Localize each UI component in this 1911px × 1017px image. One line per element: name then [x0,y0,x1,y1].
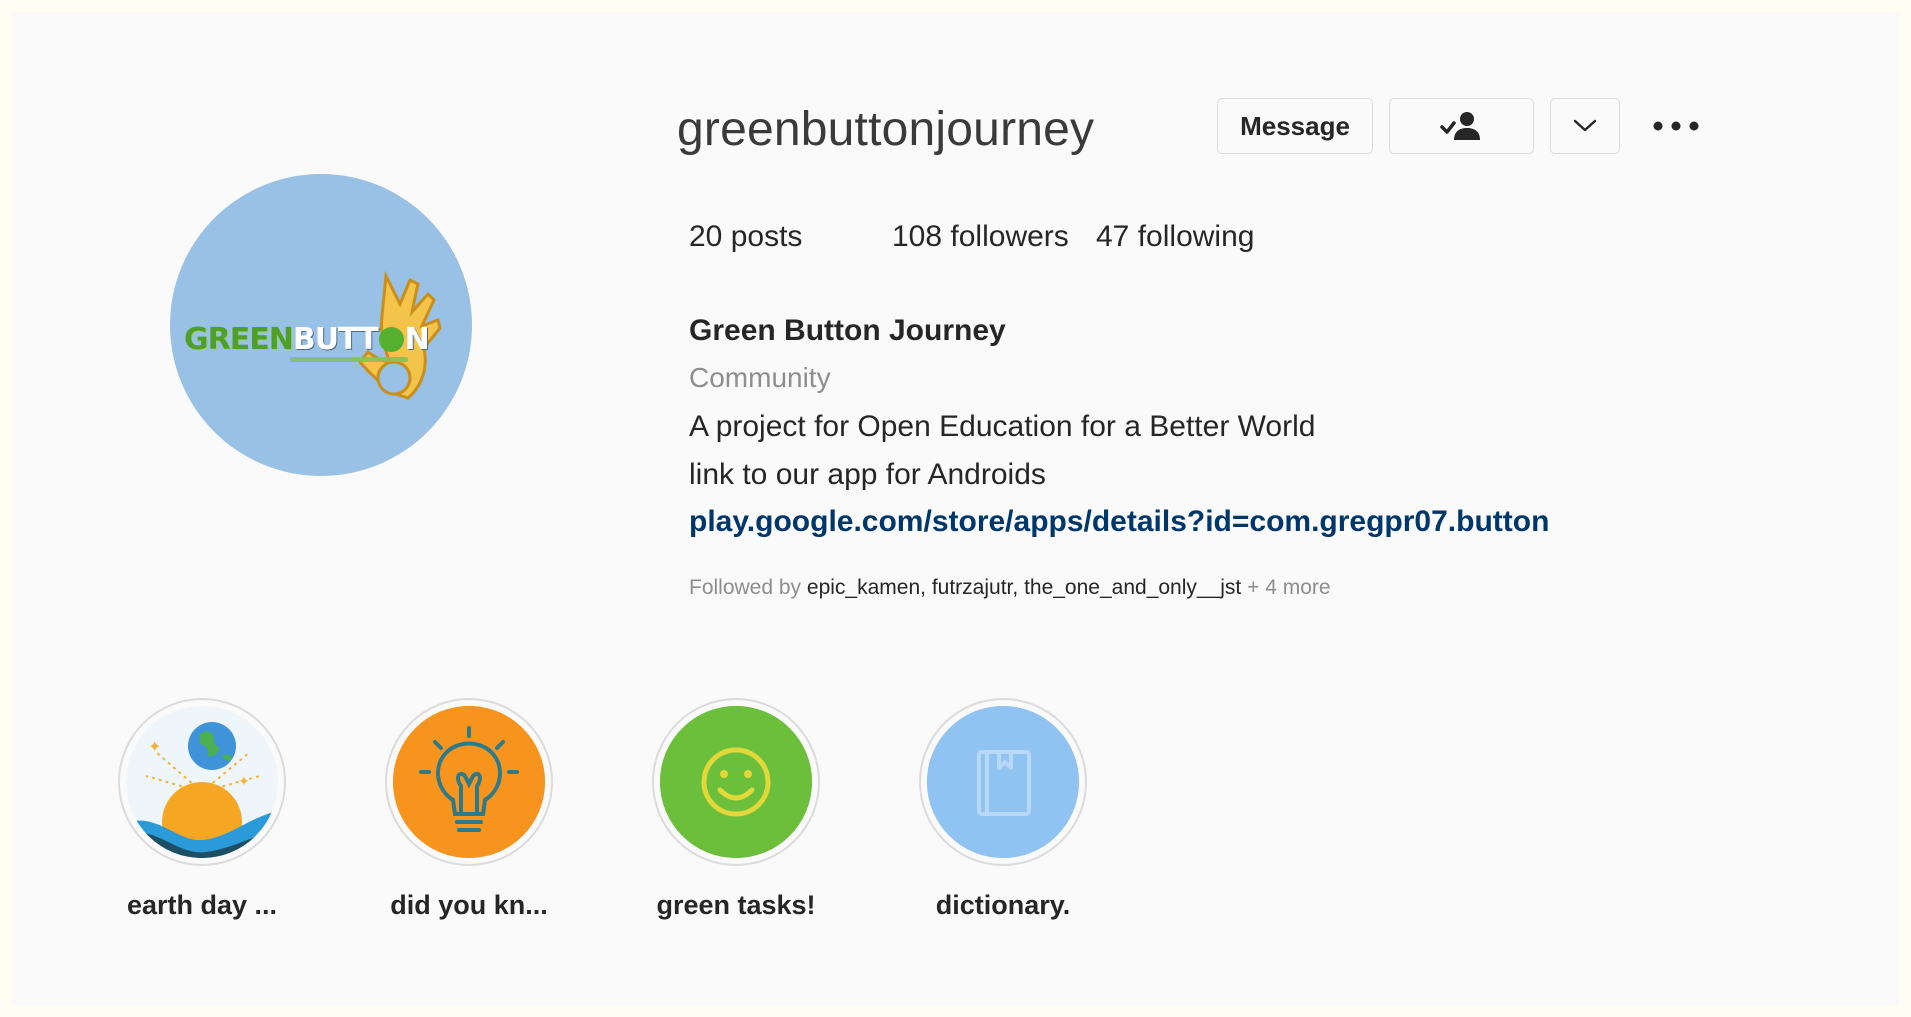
followers-count: 108 [892,220,943,253]
message-button[interactable]: Message [1217,98,1373,154]
following-stat[interactable]: 47 following [1096,220,1254,254]
profile-username: greenbuttonjourney [677,103,1095,156]
highlight-label: did you kn... [390,890,548,920]
earth-sun-icon: ✦ ✦ [126,706,278,858]
avatar-logo-text: GREENBUTT N [184,322,430,357]
followed-by-name: futrzajutr [931,576,1013,599]
highlight-label: green tasks! [656,890,816,920]
highlight-earth-day[interactable]: ✦ ✦ earth day ... [118,698,290,938]
svg-text:✦: ✦ [238,774,250,790]
more-dots-icon [1653,121,1699,131]
following-label: following [1137,220,1255,253]
followed-by[interactable]: Followed by epic_kamen, futrzajutr, the_… [689,576,1331,600]
highlight-label: dictionary. [935,890,1071,920]
profile-page: GREENBUTT N greenbuttonjourney Message 20… [12,12,1899,1005]
profile-full-name: Green Button Journey [689,314,1006,347]
bio-line-1: A project for Open Education for a Bette… [689,410,1316,443]
highlight-green-tasks[interactable]: green tasks! [652,698,824,938]
following-count: 47 [1096,220,1130,253]
smiley-icon [660,706,812,858]
person-check-icon [1439,112,1480,140]
followed-by-name: the_one_and_only__jst [1024,576,1242,599]
following-button[interactable] [1389,98,1534,154]
followed-by-name: epic_kamen [806,576,921,599]
chevron-down-icon [1573,119,1597,132]
book-icon [927,706,1079,858]
followers-stat[interactable]: 108 followers [892,220,1069,254]
highlight-label: earth day ... [126,890,278,920]
avatar-logo-subline [290,357,408,362]
followed-by-prefix: Followed by [689,576,802,599]
suggestions-dropdown-button[interactable] [1550,98,1620,154]
posts-count: 20 [689,220,723,253]
followers-label: followers [950,220,1069,253]
lightbulb-icon [393,706,545,858]
profile-category: Community [689,362,831,393]
followed-by-more: + 4 more [1247,576,1331,599]
highlight-dictionary[interactable]: dictionary. [919,698,1091,938]
svg-text:✦: ✦ [148,737,161,756]
highlight-did-you-know[interactable]: did you kn... [385,698,557,938]
profile-link[interactable]: play.google.com/store/apps/details?id=co… [689,505,1549,539]
more-options-button[interactable] [1646,108,1706,144]
bio-line-2: link to our app for Androids [689,458,1046,491]
posts-stat: 20 posts [689,220,802,254]
profile-avatar[interactable]: GREENBUTT N [170,174,472,476]
posts-label: posts [730,220,803,253]
